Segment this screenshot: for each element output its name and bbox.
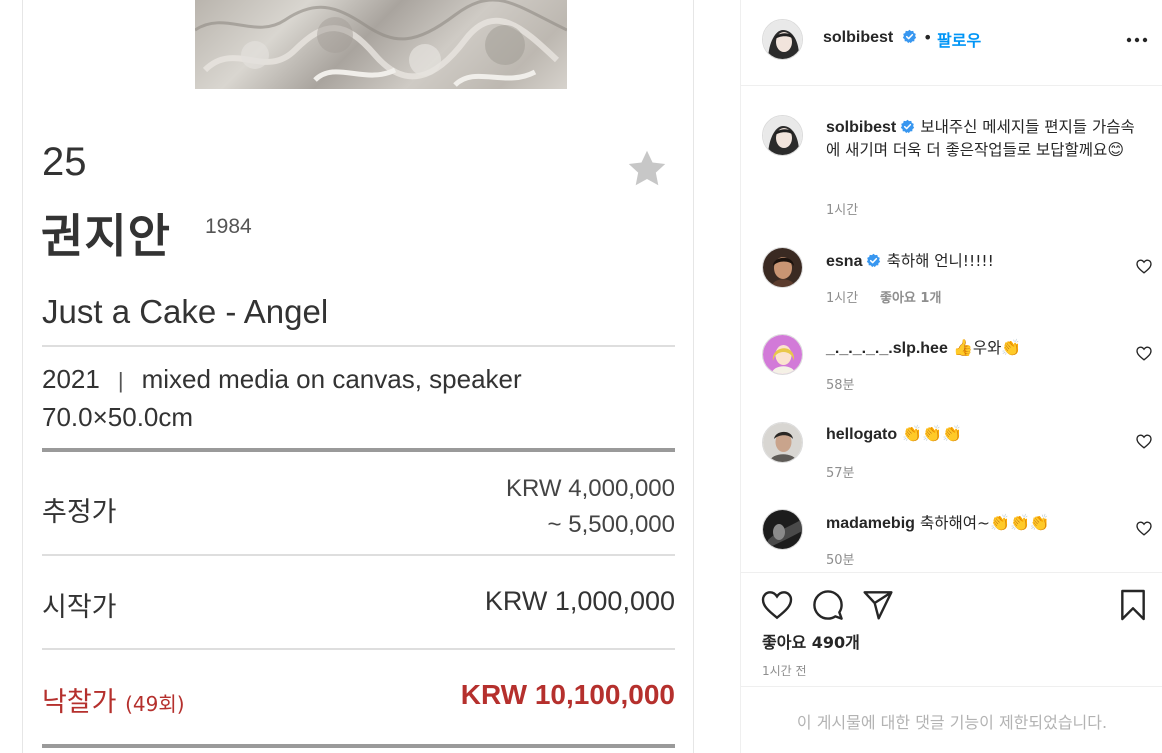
lot-number: 25 [42,140,87,184]
estimate-value-high: ~ 5,500,000 [547,511,675,538]
hammer-label-text: 낙찰가 [42,687,117,718]
comment-avatar[interactable] [762,247,803,288]
verified-badge-icon [902,29,916,44]
hammer-price-value: KRW 10,100,000 [460,679,675,710]
caption-username[interactable]: solbibest [826,119,896,136]
comments-disabled-notice: 이 게시물에 대한 댓글 기능이 제한되었습니다. [741,686,1162,753]
artist-year: 1984 [205,215,252,238]
work-size: 70.0×50.0cm [42,402,194,432]
divider [42,448,675,452]
heart-icon[interactable] [1136,434,1152,449]
comment-time[interactable]: 1시간 [826,287,858,306]
work-separator: | [117,368,124,393]
divider [42,744,675,748]
heart-icon[interactable] [1136,346,1152,361]
bid-count: (49회) [125,692,185,716]
avatar[interactable] [762,19,803,60]
clap-emoji-icon: 👏 [1001,338,1022,357]
like-heart-icon[interactable] [761,589,793,621]
post-header: solbibest • 팔로우 [741,0,1162,86]
clap-emoji-icon: 👏👏👏 [902,424,962,443]
artwork-photo [195,0,567,89]
artist-name: 권지안 [41,209,171,263]
auction-result-card: 25 권지안 1984 Just a Cake - Angel 2021 | mix… [22,0,694,753]
follow-button[interactable]: 팔로우 [937,27,981,51]
heart-icon[interactable] [1136,521,1152,536]
start-price-value: KRW 1,000,000 [484,586,675,616]
comment-username[interactable]: hellogato [826,426,897,443]
work-details: 2021 | mixed media on canvas, speaker 70.0… [42,361,522,435]
clap-emoji-icon: 👏👏👏 [990,513,1050,532]
estimate-value-low: KRW 4,000,000 [506,475,675,502]
caption-time[interactable]: 1시간 [826,199,858,218]
comment-time[interactable]: 58분 [826,374,855,393]
divider [42,345,675,347]
post-author-username[interactable]: solbibest [823,29,917,47]
comment-bubble-icon[interactable] [812,589,844,621]
divider [42,554,675,556]
comment: hellogato 👏👏👏 [826,424,1126,444]
bookmark-icon[interactable] [1117,589,1149,621]
smile-emoji-icon: 😊 [1107,140,1125,159]
start-price-label: 시작가 [42,592,117,623]
comment-time[interactable]: 50분 [826,549,855,568]
post-sidebar: solbibest • 팔로우 solbibest 보내주신 메세지들 편지들 … [740,0,1162,753]
comments-disabled-text: 이 게시물에 대한 댓글 기능이 제한되었습니다. [796,713,1108,732]
comment-text: 우와 [972,339,1002,357]
comment-text: 축하해 언니!!!!! [886,252,994,270]
comment-avatar[interactable] [762,334,803,375]
post-actions: 좋아요 490개 1시간 전 [741,572,1162,686]
verified-badge-icon [901,119,915,134]
comment-text: 축하해여~ [920,514,991,532]
post-timestamp[interactable]: 1시간 전 [762,662,807,679]
comment-time[interactable]: 57분 [826,462,855,481]
estimate-label: 추정가 [42,497,117,528]
username-text[interactable]: solbibest [823,29,893,46]
share-send-icon[interactable] [862,589,894,621]
more-options-icon[interactable] [1126,37,1148,43]
hammer-price-label: 낙찰가 (49회) [42,680,185,719]
work-title: Just a Cake - Angel [42,293,329,330]
star-icon[interactable] [623,146,671,192]
comment-username[interactable]: esna [826,253,862,270]
post-image[interactable]: 25 권지안 1984 Just a Cake - Angel 2021 | mix… [0,0,740,753]
comment-avatar[interactable] [762,422,803,463]
thumbs-up-emoji-icon: 👍 [952,338,973,357]
verified-badge-icon [867,253,881,268]
heart-icon[interactable] [1136,259,1152,274]
caption-avatar[interactable] [762,115,803,156]
comment-avatar[interactable] [762,509,803,550]
comment: _._._._._.slp.hee 👍우와👏 [826,336,1126,358]
comment-like-count[interactable]: 좋아요 1개 [880,287,941,306]
instagram-post-view: 25 권지안 1984 Just a Cake - Angel 2021 | mix… [0,0,1162,753]
separator-dot: • [923,28,933,47]
comment-username[interactable]: madamebig [826,515,915,532]
likes-count[interactable]: 좋아요 490개 [762,629,860,653]
divider [42,648,675,650]
comment: madamebig 축하해여~👏👏👏 [826,511,1126,533]
post-caption: solbibest 보내주신 메세지들 편지들 가슴속에 새기며 더욱 더 좋은… [826,116,1146,161]
work-medium: mixed media on canvas, speaker [141,364,522,394]
comment: esna 축하해 언니!!!!! [826,249,1126,271]
comment-username[interactable]: _._._._._.slp.hee [826,340,948,357]
work-year: 2021 [42,364,100,394]
